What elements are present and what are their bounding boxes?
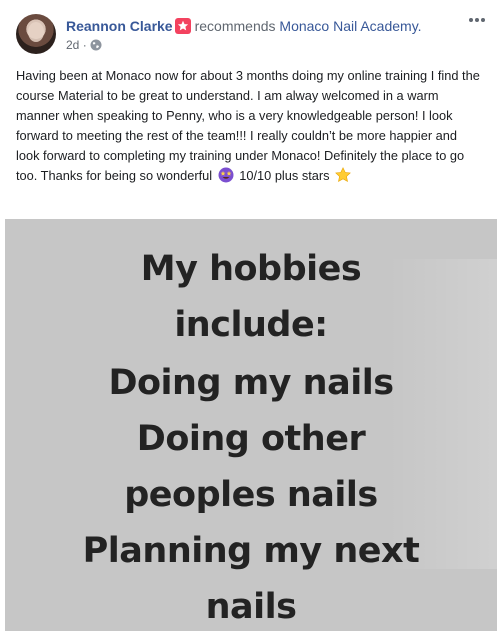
photo-text-line: Doing other — [136, 419, 366, 459]
star-struck-emoji — [218, 167, 234, 183]
photo-text-line: include: — [174, 305, 328, 345]
post-body-rating: 10/10 plus stars — [239, 168, 330, 183]
meta-separator: · — [82, 38, 87, 52]
post-body: Having been at Monaco now for about 3 mo… — [16, 66, 484, 186]
star-emoji — [335, 167, 352, 183]
photo-text-line: My hobbies — [140, 249, 362, 289]
recommend-badge-icon — [174, 18, 191, 34]
post-body-main: Having been at Monaco now for about 3 mo… — [16, 68, 480, 183]
more-options-icon[interactable] — [467, 12, 487, 28]
page-name-link[interactable]: Monaco Nail Academy. — [279, 18, 421, 34]
recommends-text: recommends — [194, 18, 276, 34]
post-header: Reannon Clarke recommends Monaco Nail Aca… — [0, 0, 497, 62]
photo-text-line: Planning my next — [82, 531, 420, 571]
post-photo[interactable]: My hobbies include: Doing my nails Doing… — [5, 219, 497, 631]
photo-text-line: Doing my nails — [108, 363, 394, 403]
globe-icon[interactable] — [90, 39, 102, 54]
avatar[interactable] — [16, 14, 56, 54]
post-meta: 2d · — [66, 38, 102, 54]
photo-text-line: nails — [205, 587, 297, 627]
recommendation-post: Reannon Clarke recommends Monaco Nail Aca… — [0, 0, 497, 631]
post-title-line: Reannon Clarke recommends Monaco Nail Aca… — [66, 17, 422, 35]
timestamp-link[interactable]: 2d — [66, 38, 79, 52]
author-name-link[interactable]: Reannon Clarke — [66, 18, 173, 34]
photo-text-line: peoples nails — [124, 475, 378, 515]
